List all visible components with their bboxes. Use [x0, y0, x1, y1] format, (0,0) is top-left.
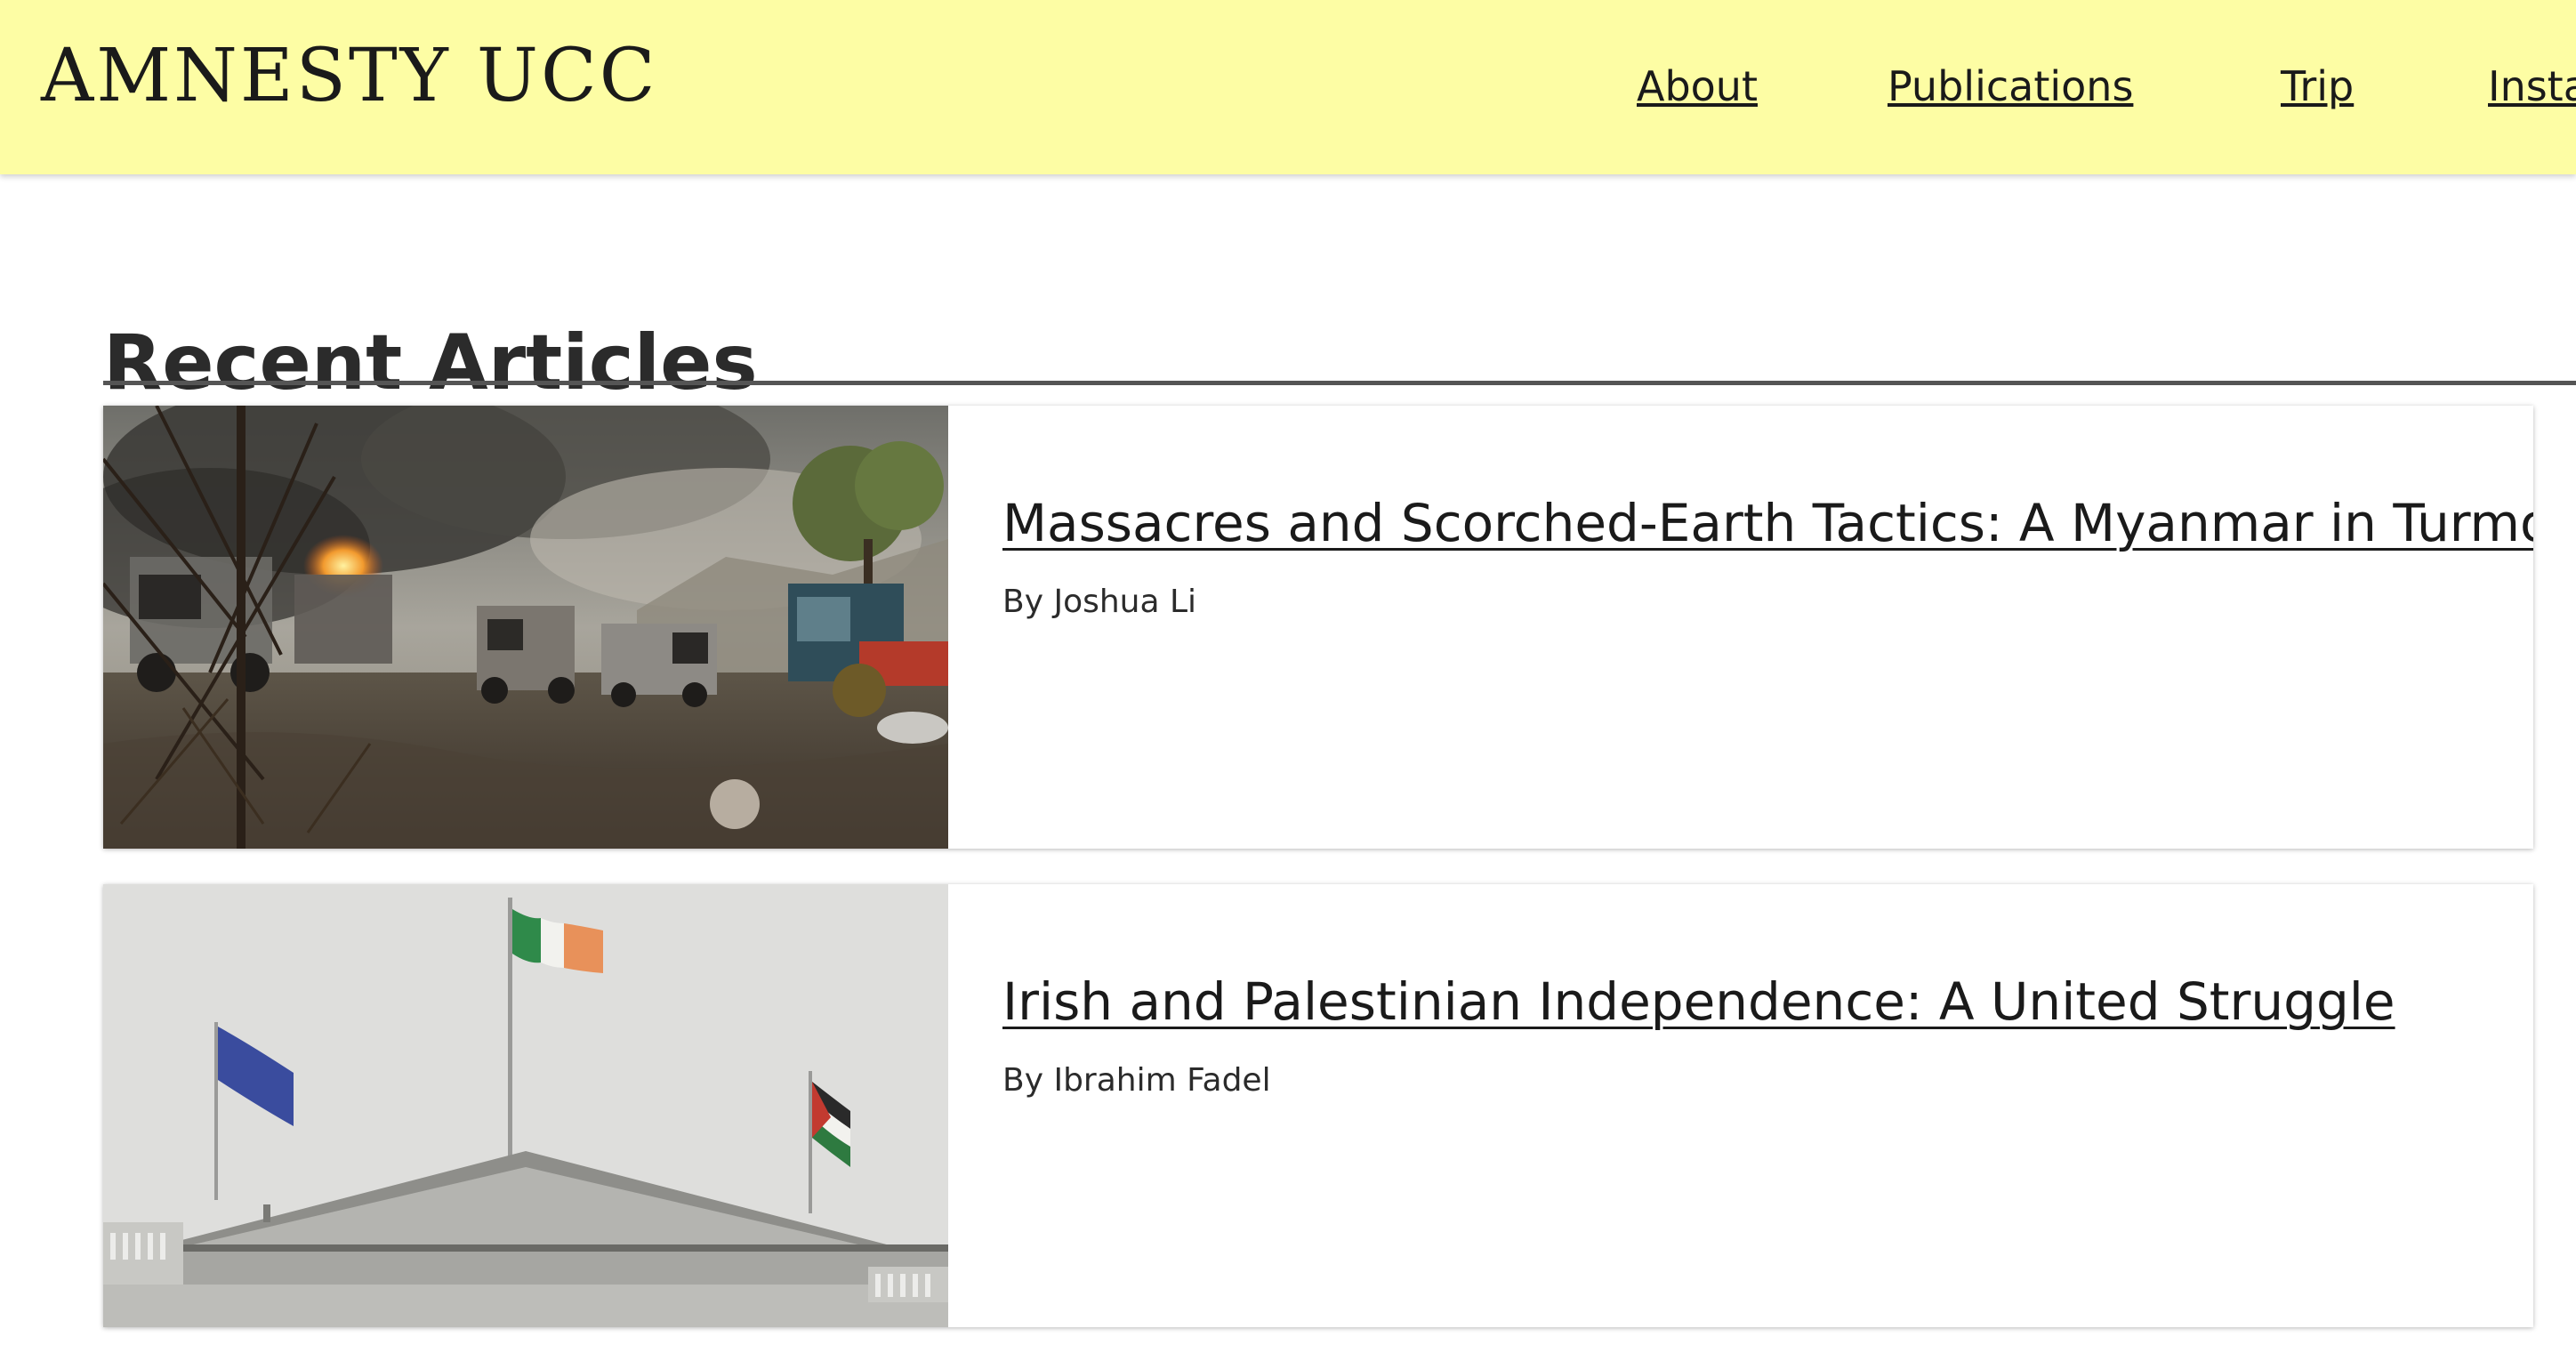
article-author: By Joshua Li — [1002, 584, 1197, 620]
article-author: By Ibrahim Fadel — [1002, 1062, 1271, 1099]
flags-on-building-photo — [103, 884, 948, 1327]
site-header: AMNESTY UCC About Publications Trip Inst… — [0, 0, 2576, 174]
article-card[interactable]: Irish and Palestinian Independence: A Un… — [103, 884, 2533, 1327]
article-title-link[interactable]: Irish and Palestinian Independence: A Un… — [1002, 971, 2395, 1032]
article-thumbnail[interactable] — [103, 884, 948, 1327]
nav-link-about[interactable]: About — [1637, 62, 1758, 110]
section-title: Recent Articles — [103, 318, 758, 407]
nav-link-insta[interactable]: Insta — [2488, 62, 2576, 110]
article-title-link[interactable]: Massacres and Scorched-Earth Tactics: A … — [1002, 493, 2533, 553]
site-logo[interactable]: AMNESTY UCC — [41, 34, 657, 118]
article-thumbnail[interactable] — [103, 406, 948, 849]
burned-vehicles-photo — [103, 406, 948, 849]
nav-link-trip[interactable]: Trip — [2281, 62, 2354, 110]
nav-link-publications[interactable]: Publications — [1888, 62, 2133, 110]
article-card[interactable]: Massacres and Scorched-Earth Tactics: A … — [103, 406, 2533, 849]
section-divider — [103, 381, 2576, 385]
